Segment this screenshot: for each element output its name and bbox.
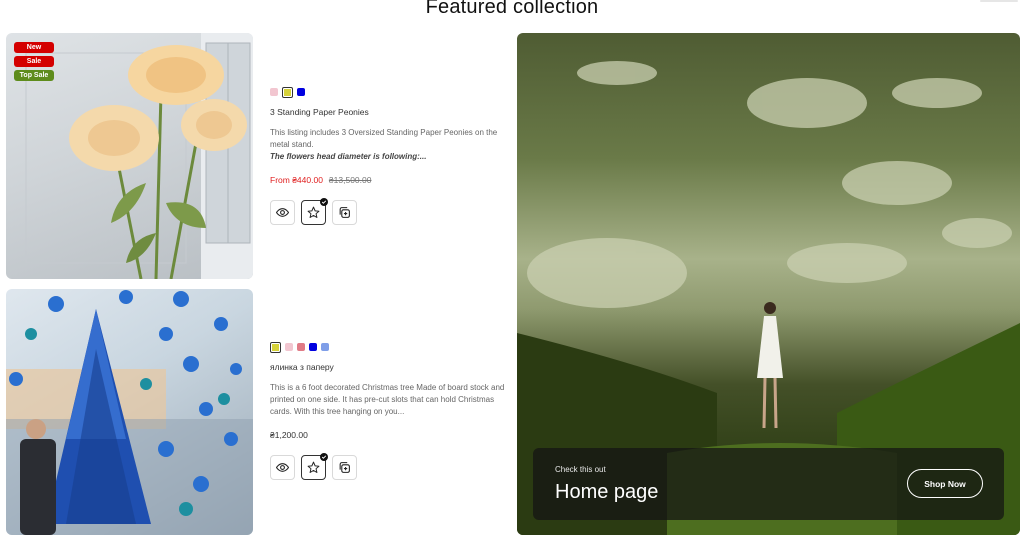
paper-tree-illustration [6, 290, 253, 535]
product-actions [270, 453, 510, 480]
sale-price: From ₴440.00 [270, 175, 323, 185]
compare-button[interactable] [332, 200, 357, 225]
badge-group: New Sale Top Sale [14, 42, 54, 81]
section-title: Featured collection [425, 0, 599, 18]
price: ₴1,200.00 [270, 430, 308, 440]
hero-subtitle: Check this out [555, 465, 606, 474]
hero-banner[interactable]: Check this out Home page Shop Now [517, 33, 1020, 535]
product-name[interactable]: ялинка з паперу [270, 362, 510, 372]
eye-icon [276, 208, 289, 217]
color-swatches [270, 86, 510, 98]
product-description: This listing includes 3 Oversized Standi… [270, 127, 510, 163]
check-icon [320, 453, 328, 461]
product-name[interactable]: 3 Standing Paper Peonies [270, 107, 510, 117]
compare-button[interactable] [332, 455, 357, 480]
wishlist-button[interactable] [301, 198, 328, 225]
compare-icon [339, 207, 350, 218]
swatch-pink[interactable] [285, 343, 293, 351]
corner-control[interactable] [980, 0, 1018, 2]
product-image-peonies[interactable]: New Sale Top Sale [6, 33, 253, 279]
product-actions [270, 198, 510, 225]
product-info-peonies: 3 Standing Paper Peonies This listing in… [270, 86, 510, 225]
hero-title: Home page [555, 481, 659, 503]
price-row: From ₴440.00 ₴13,500.00 [270, 175, 510, 185]
hero-caption-panel: Check this out Home page Shop Now [533, 448, 1004, 520]
swatch-light-blue[interactable] [321, 343, 329, 351]
quick-view-button[interactable] [270, 200, 295, 225]
badge-top-sale: Top Sale [14, 70, 54, 81]
color-swatches [270, 341, 510, 353]
swatch-yellow[interactable] [270, 341, 281, 353]
price-row: ₴1,200.00 [270, 430, 510, 440]
star-icon [307, 461, 320, 473]
quick-view-button[interactable] [270, 455, 295, 480]
swatch-yellow[interactable] [282, 86, 293, 98]
badge-new: New [14, 42, 54, 53]
check-icon [320, 198, 328, 206]
swatch-rose[interactable] [297, 343, 305, 351]
swatch-blue[interactable] [297, 88, 305, 96]
eye-icon [276, 463, 289, 472]
wishlist-button[interactable] [301, 453, 328, 480]
product-image-paper-tree[interactable] [6, 289, 253, 535]
product-info-paper-tree: ялинка з паперу This is a 6 foot decorat… [270, 341, 510, 480]
old-price: ₴13,500.00 [328, 175, 372, 185]
swatch-pink[interactable] [270, 88, 278, 96]
badge-sale: Sale [14, 56, 54, 67]
description-text: This listing includes 3 Oversized Standi… [270, 128, 498, 149]
product-description: This is a 6 foot decorated Christmas tre… [270, 383, 505, 416]
description-bold: The flowers head diameter is following:.… [270, 152, 427, 161]
shop-now-button[interactable]: Shop Now [907, 469, 983, 498]
compare-icon [339, 462, 350, 473]
star-icon [307, 206, 320, 218]
swatch-blue[interactable] [309, 343, 317, 351]
